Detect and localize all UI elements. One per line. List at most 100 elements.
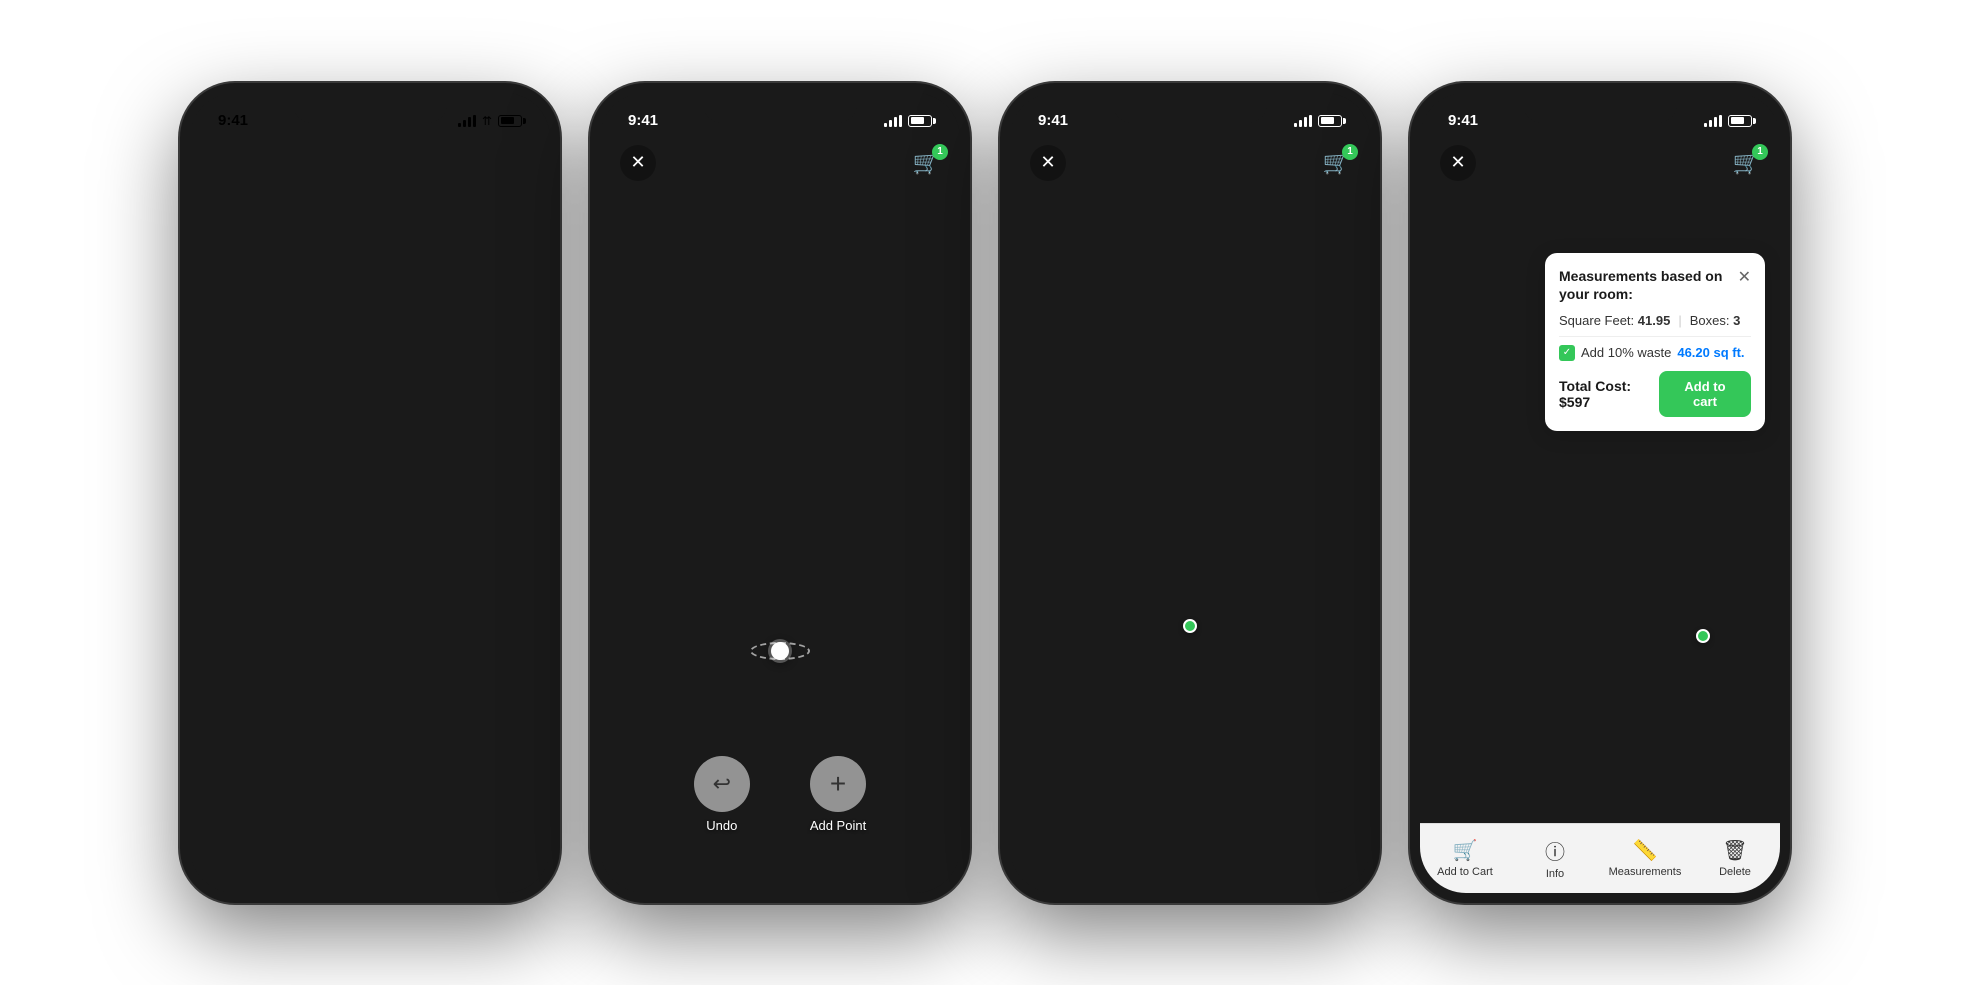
placement-cursor <box>768 639 792 663</box>
save-button[interactable]: ♥ Save <box>210 809 324 857</box>
panel-close-button[interactable]: ✕ <box>1738 267 1751 287</box>
delete-tab-icon: 🗑 <box>1722 838 1747 863</box>
close-button-2[interactable]: ✕ <box>620 145 656 181</box>
cart-badge-2: 1 <box>932 144 948 160</box>
signal-icon-1 <box>458 115 476 127</box>
towel-4 <box>1678 450 1688 505</box>
product-price: $8.96/sq ft. <box>210 467 530 488</box>
measurement-panel: Measurements based on your room: ✕ Squar… <box>1545 253 1765 431</box>
tab-delete[interactable]: 🗑 Delete <box>1690 824 1780 893</box>
tile-floor-4 <box>1420 527 1780 823</box>
boxes-label: Boxes: 3 <box>1690 313 1741 328</box>
status-icons-1: ⇈ <box>458 114 522 128</box>
signal-3 <box>1294 115 1312 127</box>
tile-image <box>242 200 422 380</box>
product-title: 8"x8" Kenzzi Paloma Matte, Set of 50 <box>210 444 530 461</box>
cart-badge-nav: 1 <box>522 139 538 155</box>
wood-floor-2 <box>600 527 960 893</box>
time-4: 9:41 <box>1448 112 1478 129</box>
back-label: Back <box>220 148 258 168</box>
time-3: 9:41 <box>1038 112 1068 129</box>
icons-3 <box>1294 115 1342 127</box>
add-to-cart-button[interactable]: Add to Cart <box>334 809 530 857</box>
decor-3 <box>1235 288 1270 326</box>
sq-ft-label: Square Feet: 41.95 <box>1559 313 1670 328</box>
battery-2 <box>908 115 932 127</box>
ar-screen-2: 9:41 ✕ <box>600 93 960 893</box>
ar-bottom-controls-2: ↩ Undo + Add Point <box>600 756 960 833</box>
measurements-tab-icon: 📏 <box>1633 838 1658 863</box>
tab-delete-label: Delete <box>1719 866 1751 878</box>
status-bar-2: 9:41 <box>600 93 960 137</box>
add-point-circle: + <box>810 756 866 812</box>
total-cost-value: $597 <box>1559 394 1590 410</box>
ar-badge-icon: AR <box>445 262 495 312</box>
chevron-left-icon: ‹ <box>210 148 216 168</box>
towel-2 <box>775 450 785 505</box>
waste-label: Add 10% waste <box>1581 345 1671 360</box>
tab-info-label: Info <box>1546 868 1564 880</box>
cart-badge-3: 1 <box>1342 144 1358 160</box>
wifi-icon-1: ⇈ <box>482 114 492 128</box>
photo-icon-area: ▮▮ Photos <box>242 200 422 409</box>
panel-footer: Total Cost: $597 Add to cart <box>1559 371 1751 417</box>
ar-top-bar-4: ✕ 🛒 1 <box>1420 137 1780 189</box>
battery-icon-1 <box>498 115 522 127</box>
view-in-room-button[interactable]: AR View inMy Room <box>442 262 498 346</box>
tab-add-to-cart[interactable]: 🛒 Add to Cart <box>1420 824 1510 893</box>
home-indicator-1 <box>190 873 550 893</box>
tab-measurements[interactable]: 📏 Measurements <box>1600 824 1690 893</box>
icons-4 <box>1704 115 1752 127</box>
waste-amount: 46.20 sq ft. <box>1677 345 1744 360</box>
panel-add-to-cart-button[interactable]: Add to cart <box>1659 371 1751 417</box>
battery-3 <box>1318 115 1342 127</box>
undo-button[interactable]: ↩ Undo <box>694 756 750 833</box>
oven-3 <box>1145 337 1235 527</box>
home-indicator-3 <box>1010 869 1370 889</box>
kettle-2 <box>875 293 910 333</box>
sq-ft-value: 41.95 <box>1638 313 1671 328</box>
close-button-4[interactable]: ✕ <box>1440 145 1476 181</box>
phone-4: Measurements based on your room: ✕ Squar… <box>1410 83 1790 903</box>
panel-header: Measurements based on your room: ✕ <box>1559 267 1751 303</box>
action-buttons: ♥ Save Add to Cart <box>190 809 550 873</box>
waste-checkbox[interactable]: ✓ <box>1559 345 1575 361</box>
ar-screen-3: 9:41 ✕ <box>1010 93 1370 893</box>
tab-measurements-label: Measurements <box>1609 866 1682 878</box>
add-point-button[interactable]: + Add Point <box>810 756 866 833</box>
boxes-value: 3 <box>1733 313 1740 328</box>
phone-1: 9:41 ⇈ <box>180 83 560 903</box>
ar-screen-4: Measurements based on your room: ✕ Squar… <box>1420 93 1780 893</box>
tab-info[interactable]: ⓘ Info <box>1510 824 1600 893</box>
cart-button-4[interactable]: 🛒 1 <box>1733 150 1760 176</box>
cart-button-3[interactable]: 🛒 1 <box>1323 150 1350 176</box>
total-cost: Total Cost: $597 <box>1559 378 1659 410</box>
waste-row: ✓ Add 10% waste 46.20 sq ft. <box>1559 345 1751 361</box>
cart-tab-icon: 🛒 <box>1453 838 1478 863</box>
status-bar-4: 9:41 <box>1420 93 1780 137</box>
cart-badge-4: 1 <box>1752 144 1768 160</box>
panel-title: Measurements based on your room: <box>1559 267 1738 303</box>
cart-button-nav[interactable]: 🛒 1 <box>503 145 530 171</box>
undo-label: Undo <box>706 818 737 833</box>
green-dot-3 <box>1183 619 1197 633</box>
cart-button-2[interactable]: 🛒 1 <box>913 150 940 176</box>
nav-actions: ⬆ 🛒 1 <box>470 145 530 171</box>
ar-top-bar-3: ✕ 🛒 1 <box>1010 137 1370 189</box>
status-bar-3: 9:41 <box>1010 93 1370 137</box>
add-point-label: Add Point <box>810 818 866 833</box>
delivery-text: Estimated delivery Apr. 23 to May. 3 <box>210 492 530 507</box>
phone-3: 9:41 ✕ <box>1000 83 1380 903</box>
signal-4 <box>1704 115 1722 127</box>
status-bar-1: 9:41 ⇈ <box>190 93 550 137</box>
status-time-1: 9:41 <box>218 112 248 129</box>
photos-grid-icon: ▮▮ <box>295 388 315 409</box>
back-button[interactable]: ‹ Back <box>210 148 257 168</box>
heart-icon: ♥ <box>241 824 251 842</box>
share-icon[interactable]: ⬆ <box>470 145 487 170</box>
view-in-room-label: View inMy Room <box>442 316 498 346</box>
battery-4 <box>1728 115 1752 127</box>
close-button-3[interactable]: ✕ <box>1030 145 1066 181</box>
time-2: 9:41 <box>628 112 658 129</box>
photos-label[interactable]: Photos <box>322 390 369 406</box>
